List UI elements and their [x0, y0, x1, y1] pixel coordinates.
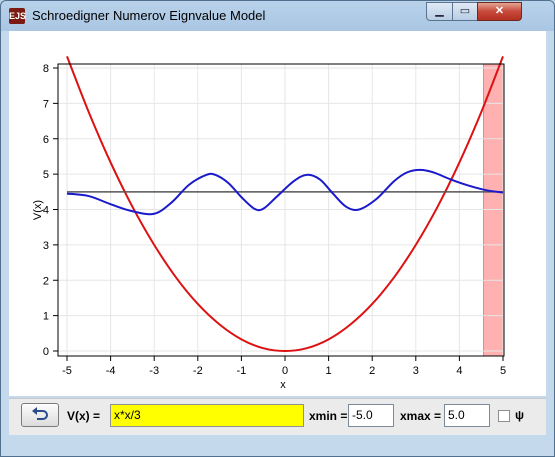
- xmax-input[interactable]: 5.0: [444, 404, 490, 427]
- psi-label: ψ: [515, 408, 525, 422]
- ejs-app-icon: EJS: [9, 8, 26, 24]
- x-tick-label: -2: [193, 365, 203, 377]
- xmin-label: xmin =: [309, 409, 348, 423]
- x-tick-label: -5: [62, 365, 72, 377]
- y-axis-label: V(x): [32, 200, 44, 220]
- x-tick-label: -3: [149, 365, 159, 377]
- y-tick-label: 7: [43, 98, 49, 110]
- x-tick-label: -1: [237, 365, 247, 377]
- minimize-icon: ▁: [435, 5, 444, 17]
- x-tick-label: 5: [500, 365, 506, 377]
- y-tick-label: 8: [43, 63, 49, 75]
- xmin-input[interactable]: -5.0: [348, 404, 394, 427]
- vx-label: V(x) =: [67, 409, 101, 423]
- x-tick-label: 3: [413, 365, 419, 377]
- x-axis-label: x: [280, 379, 286, 391]
- potential-input[interactable]: x*x/3: [110, 404, 304, 427]
- title-bar[interactable]: EJS Schroedigner Numerov Eignvalue Model…: [1, 1, 554, 31]
- plot-panel[interactable]: -5 -4 -3 -2 -1 0 1 2 3 4 5012345678 x V(x): [9, 31, 546, 396]
- y-tick-label: 5: [43, 169, 49, 181]
- plot-background: [9, 31, 546, 396]
- app-window: EJS Schroedigner Numerov Eignvalue Model…: [0, 0, 555, 457]
- x-tick-label: -4: [106, 365, 116, 377]
- reset-arrow-icon: [32, 407, 48, 420]
- minimize-button[interactable]: ▁: [426, 2, 453, 21]
- y-tick-label: 1: [43, 311, 49, 323]
- reset-button[interactable]: [21, 403, 59, 427]
- y-tick-label: 0: [43, 346, 49, 358]
- window-title: Schroedigner Numerov Eignvalue Model: [32, 8, 266, 23]
- close-button[interactable]: ✕: [477, 2, 522, 21]
- maximize-button[interactable]: ▭: [452, 2, 478, 21]
- maximize-icon: ▭: [459, 5, 471, 17]
- y-tick-label: 2: [43, 275, 49, 287]
- y-tick-label: 6: [43, 134, 49, 146]
- x-tick-label: 0: [282, 365, 288, 377]
- x-tick-label: 1: [326, 365, 332, 377]
- xmax-label: xmax =: [400, 409, 442, 423]
- psi-checkbox[interactable]: [498, 410, 510, 422]
- close-icon: ✕: [494, 5, 505, 17]
- x-tick-label: 2: [369, 365, 375, 377]
- x-tick-label: 4: [456, 365, 462, 377]
- y-tick-label: 3: [43, 240, 49, 252]
- controls-bar: V(x) = x*x/3 xmin = -5.0 xmax = 5.0 ψ: [9, 398, 546, 435]
